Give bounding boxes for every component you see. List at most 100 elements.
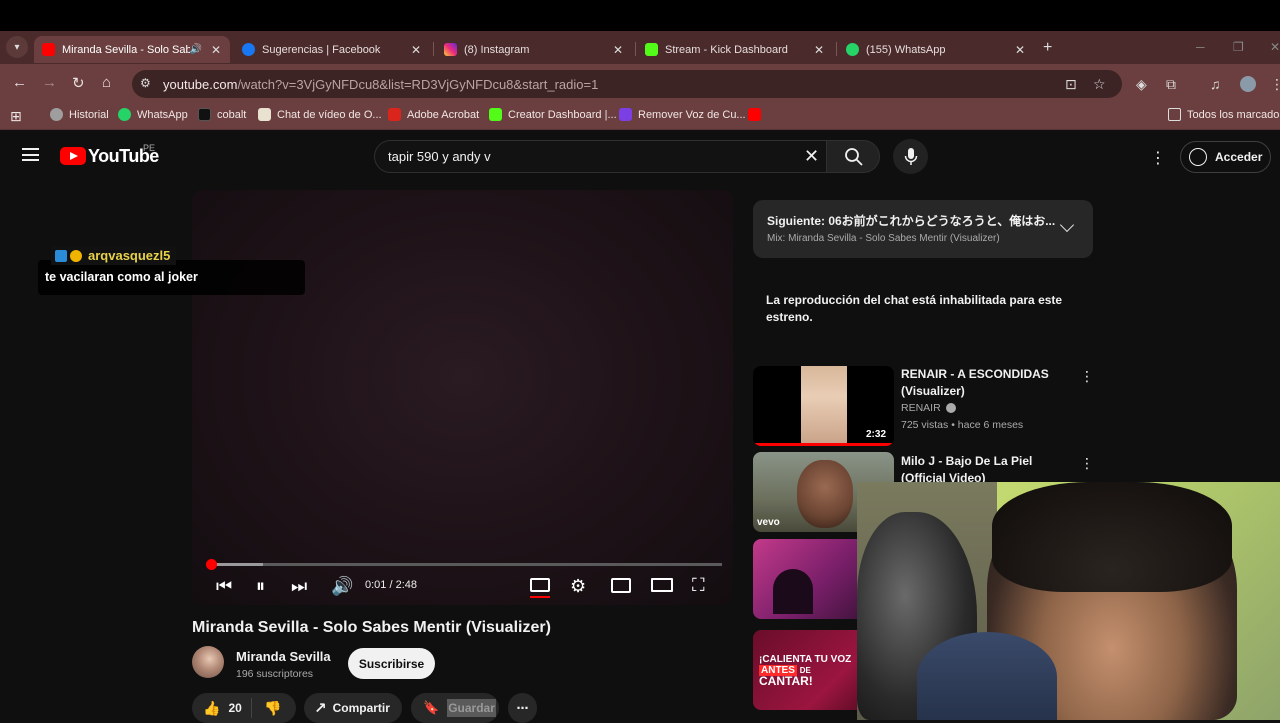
instagram-favicon-icon: [444, 43, 457, 56]
kick-favicon-icon: [645, 43, 658, 56]
bookmark-label: Historial: [69, 108, 109, 121]
fullscreen-icon[interactable]: ⛶: [692, 575, 705, 596]
progress-bar[interactable]: [205, 559, 722, 570]
bookmarks-folder[interactable]: Todos los marcadores: [1168, 108, 1280, 121]
rec-channel-1[interactable]: RENAIR: [901, 402, 956, 414]
next-icon[interactable]: ⏭: [291, 576, 307, 597]
browser-menu-icon[interactable]: ⋮: [1270, 76, 1280, 93]
omegle-icon: [258, 108, 271, 121]
url-text[interactable]: youtube.com/watch?v=3VjGyNFDcu8&list=RD3…: [163, 77, 598, 92]
search-button[interactable]: [826, 140, 880, 173]
time-display: 0:01 / 2:48: [365, 579, 417, 591]
video-title: Miranda Sevilla - Solo Sabes Mentir (Vis…: [192, 619, 551, 636]
install-app-icon[interactable]: ⊡: [1065, 76, 1077, 93]
bookmark-omegle[interactable]: Chat de vídeo de O...: [258, 108, 382, 121]
puzzle-icon[interactable]: ⧉: [1166, 76, 1176, 93]
miniplayer-icon[interactable]: [611, 578, 631, 593]
apps-grid-icon[interactable]: ⊞: [10, 108, 22, 125]
forward-arrow-icon[interactable]: →: [42, 74, 57, 91]
microphone-icon: [904, 148, 918, 165]
rec-more-icon[interactable]: ⋮: [1080, 455, 1094, 472]
close-tab-icon[interactable]: ✕: [408, 43, 424, 57]
tab-label: (8) Instagram: [464, 43, 530, 56]
rec-more-icon[interactable]: ⋮: [1080, 368, 1094, 385]
cobalt-icon: [198, 108, 211, 121]
youtube-logo-icon[interactable]: [60, 147, 86, 165]
new-tab-button[interactable]: +: [1043, 39, 1052, 57]
close-window-icon[interactable]: ✕: [1270, 40, 1280, 54]
tab-search-button[interactable]: ▾: [6, 36, 28, 58]
subtitles-icon[interactable]: [530, 578, 550, 592]
clear-search-icon[interactable]: ✕: [804, 146, 819, 167]
voice-search-button[interactable]: [893, 139, 928, 174]
tab-whatsapp[interactable]: (155) WhatsApp ✕: [838, 36, 1034, 63]
tab-facebook[interactable]: Sugerencias | Facebook ✕: [234, 36, 430, 63]
rec-title-1[interactable]: RENAIR - A ESCONDIDAS (Visualizer): [901, 366, 1079, 400]
close-tab-icon[interactable]: ✕: [811, 43, 827, 57]
kick-icon: [489, 108, 502, 121]
dislike-button[interactable]: 👎: [252, 700, 281, 717]
webcam-hair: [992, 482, 1232, 592]
settings-gear-icon[interactable]: ⚙: [570, 576, 586, 597]
tab-label: Miranda Sevilla - Solo Sabe: [62, 43, 190, 56]
settings-more-icon[interactable]: ⋮: [1150, 148, 1166, 168]
video-player[interactable]: [192, 190, 733, 605]
bookmark-acrobat[interactable]: Adobe Acrobat: [388, 108, 479, 121]
rec-meta-1: 725 vistas • hace 6 meses: [901, 419, 1024, 431]
bookmark-remover-voz[interactable]: Remover Voz de Cu...: [619, 108, 746, 121]
channel-avatar[interactable]: [192, 646, 224, 678]
bookmark-star-icon[interactable]: ☆: [1093, 76, 1106, 93]
subscribe-button[interactable]: Suscribirse: [348, 648, 435, 679]
close-tab-icon[interactable]: ✕: [208, 43, 224, 57]
bookmark-label: Adobe Acrobat: [407, 108, 480, 121]
extension-icon[interactable]: ◈: [1136, 76, 1147, 93]
whatsapp-favicon-icon: [846, 43, 859, 56]
thumb-line-4: CANTAR!: [759, 674, 813, 688]
save-button[interactable]: 🔖 Guardar: [411, 693, 499, 723]
back-arrow-icon[interactable]: ←: [12, 74, 27, 91]
share-button[interactable]: ↗ Compartir: [304, 693, 402, 723]
bookmark-label: cobalt: [217, 108, 247, 121]
tab-kick[interactable]: Stream - Kick Dashboard ✕: [637, 36, 833, 63]
bookmark-whatsapp[interactable]: WhatsApp: [118, 108, 188, 121]
tab-divider: [635, 42, 636, 56]
profile-avatar[interactable]: [1240, 76, 1256, 92]
bookmark-historial[interactable]: Historial: [50, 108, 109, 121]
youtube-favicon-icon: [42, 43, 55, 56]
sign-in-button[interactable]: Acceder: [1180, 141, 1271, 173]
maximize-icon[interactable]: ❐: [1233, 40, 1244, 54]
chat-overlay-user: arqvasquezl5: [51, 246, 177, 265]
tab-youtube[interactable]: Miranda Sevilla - Solo Sabe 🔊 ✕: [34, 36, 230, 63]
minimize-icon[interactable]: ─: [1196, 40, 1205, 54]
bookmark-kick-creator[interactable]: Creator Dashboard |...: [489, 108, 617, 121]
like-button[interactable]: 👍 20: [192, 698, 252, 718]
media-control-icon[interactable]: ♫: [1210, 76, 1221, 92]
sign-in-label: Acceder: [1215, 150, 1263, 164]
scrubber-handle[interactable]: [205, 559, 217, 570]
volume-icon[interactable]: 🔊: [331, 576, 353, 597]
bookmark-icon: 🔖: [423, 700, 440, 715]
folder-icon: [1168, 108, 1181, 121]
bookmark-youtube[interactable]: [748, 108, 767, 121]
bookmark-label: Creator Dashboard |...: [508, 108, 617, 121]
home-icon[interactable]: ⌂: [102, 74, 111, 91]
hamburger-menu-icon[interactable]: [22, 148, 39, 161]
like-dislike-group: 👍 20 👎: [192, 693, 296, 723]
whatsapp-icon: [118, 108, 131, 121]
chat-username: arqvasquezl5: [88, 248, 171, 263]
theater-mode-icon[interactable]: [651, 578, 673, 592]
more-actions-button[interactable]: ⋯: [508, 693, 537, 723]
rec-thumbnail-1[interactable]: 2:32: [753, 366, 894, 446]
channel-name[interactable]: Miranda Sevilla: [236, 649, 331, 664]
close-tab-icon[interactable]: ✕: [1012, 43, 1028, 57]
pause-icon[interactable]: ⏸: [256, 576, 265, 597]
tab-instagram[interactable]: (8) Instagram ✕: [436, 36, 632, 63]
bookmark-cobalt[interactable]: cobalt: [198, 108, 246, 121]
thumb-line-1: ¡CALIENTA TU VOZ: [759, 654, 852, 665]
previous-icon[interactable]: ⏮: [216, 576, 232, 597]
speaker-icon[interactable]: 🔊: [190, 44, 202, 55]
up-next-card[interactable]: [753, 200, 1093, 258]
reload-icon[interactable]: ↻: [72, 74, 85, 92]
site-info-icon[interactable]: ⚙: [140, 76, 151, 90]
close-tab-icon[interactable]: ✕: [610, 43, 626, 57]
